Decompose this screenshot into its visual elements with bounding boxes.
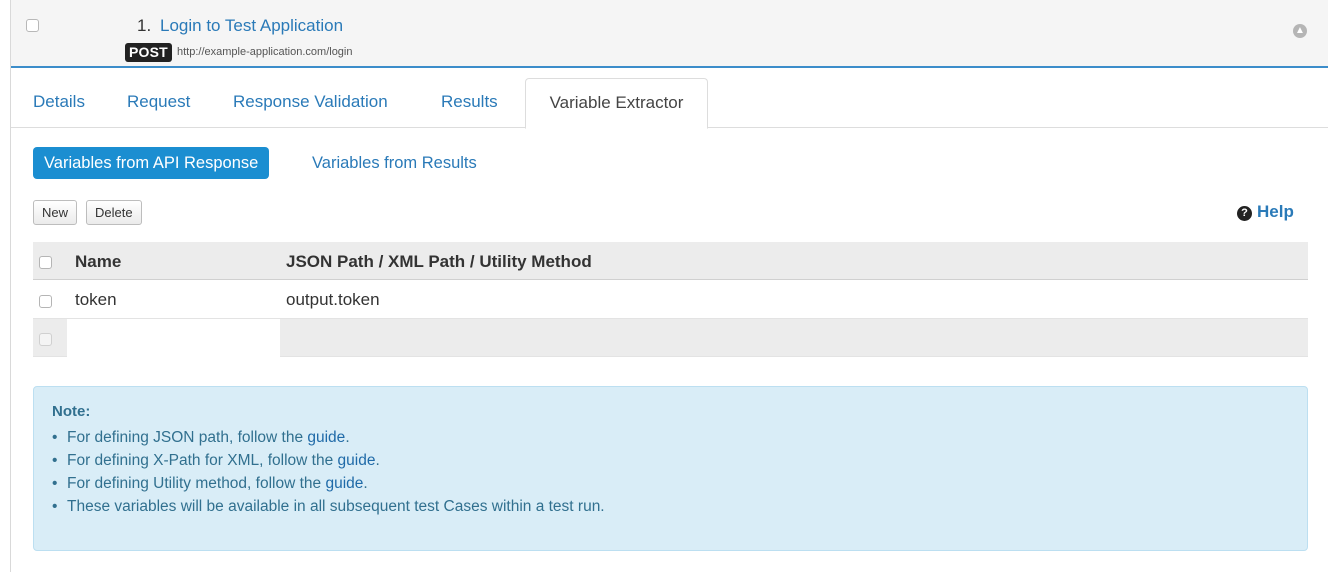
subtab-variables-from-results[interactable]: Variables from Results [312,154,477,173]
tab-response-validation[interactable]: Response Validation [233,92,388,112]
row-checkbox[interactable] [39,295,52,308]
variable-path-cell[interactable]: output.token [286,290,380,310]
new-variable-name-input[interactable] [67,319,280,357]
utility-method-guide-link[interactable]: guide [325,475,363,492]
column-header-path: JSON Path / XML Path / Utility Method [286,252,592,271]
xpath-guide-link[interactable]: guide [338,452,376,469]
test-case-checkbox[interactable] [26,19,39,32]
tab-bar: Details Request Response Validation Resu… [11,78,1328,129]
column-header-name: Name [75,252,122,271]
note-item: • For defining X-Path for XML, follow the… [52,452,380,469]
tab-results[interactable]: Results [441,92,498,112]
table-row: token output.token [33,281,1308,319]
note-item: • These variables will be available in al… [52,498,605,515]
test-case-header: 1. Login to Test Application POST http:/… [11,0,1328,68]
delete-button[interactable]: Delete [86,200,142,225]
tab-details[interactable]: Details [33,92,85,112]
request-url: http://example-application.com/login [177,46,353,58]
tab-variable-extractor[interactable]: Variable Extractor [525,78,708,129]
variable-name-cell[interactable]: token [75,290,117,310]
select-all-checkbox[interactable] [39,256,52,269]
collapse-arrow-icon[interactable]: ▲ [1293,24,1307,38]
note-item: • For defining Utility method, follow the… [52,475,368,492]
http-method-badge: POST [125,43,172,62]
note-panel: Note: • For defining JSON path, follow th… [33,386,1308,551]
note-title: Note: [52,403,91,420]
subtab-variables-from-api-response[interactable]: Variables from API Response [33,147,270,179]
help-label: Help [1257,202,1294,221]
new-button[interactable]: New [33,200,78,225]
test-case-number: 1. [137,16,152,35]
row-checkbox-disabled [39,333,52,346]
question-circle-icon: ? [1237,206,1252,221]
note-list: • For defining JSON path, follow the guid… [52,426,605,518]
note-item: • For defining JSON path, follow the guid… [52,429,350,446]
json-path-guide-link[interactable]: guide [307,429,345,446]
help-link[interactable]: ? Help [1237,202,1294,222]
test-case-title-link[interactable]: Login to Test Application [160,16,343,36]
table-row-empty [33,319,1308,357]
tab-request[interactable]: Request [127,92,190,112]
table-header: Name JSON Path / XML Path / Utility Meth… [33,242,1308,280]
